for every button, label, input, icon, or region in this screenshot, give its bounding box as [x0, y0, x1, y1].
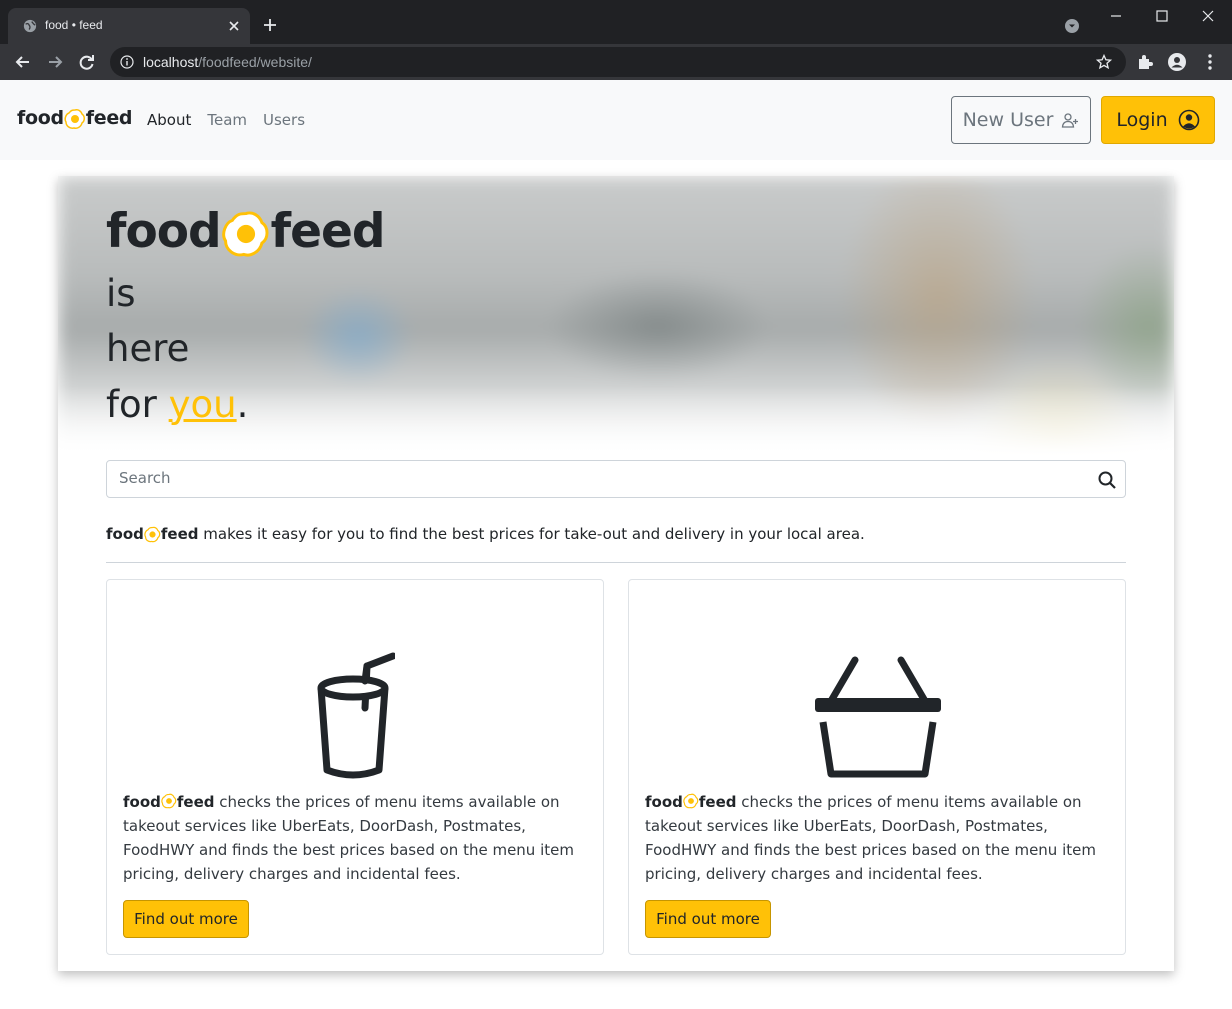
tab-close-icon[interactable] [226, 18, 242, 34]
globe-icon [23, 19, 37, 33]
find-out-more-button-1[interactable]: Find out more [123, 900, 249, 938]
card-2-brand: food feed [645, 793, 737, 811]
hero-line-3: for you. [106, 383, 249, 426]
minimize-icon[interactable] [1108, 8, 1124, 24]
main-container: food feed is here for you. food feed mak… [58, 176, 1174, 971]
search-icon[interactable] [1097, 470, 1117, 490]
tagline: food feed makes it easy for you to find … [106, 525, 865, 543]
egg-logo-icon [64, 109, 85, 129]
person-plus-icon [1062, 113, 1079, 128]
hero-brand-left: food [106, 204, 222, 259]
hero-line-1: is [106, 272, 136, 315]
tab-title: food • feed [45, 18, 103, 32]
brand-logo[interactable]: food feed [17, 107, 133, 129]
maximize-icon[interactable] [1154, 8, 1170, 24]
nav-link-about[interactable]: About [147, 111, 191, 129]
hero-highlight-you: you [168, 383, 237, 426]
bookmark-star-icon[interactable] [1096, 54, 1112, 70]
card-2-text: food feed checks the prices of menu items… [645, 790, 1115, 886]
new-user-button[interactable]: New User [951, 96, 1091, 144]
site-navbar: food feed About Team Users New User Logi… [0, 80, 1232, 160]
divider [106, 562, 1126, 563]
hero-brand-logo: food feed [106, 204, 386, 259]
cup-straw-icon [317, 652, 395, 779]
nav-link-users[interactable]: Users [263, 111, 305, 129]
card-1-text: food feed checks the prices of menu items… [123, 790, 593, 886]
site-info-icon[interactable] [120, 55, 134, 69]
forward-icon[interactable] [45, 52, 65, 72]
hero-line-2: here [106, 327, 190, 370]
address-bar[interactable]: localhost/foodfeed/website/ [110, 47, 1126, 77]
hero-brand-right: feed [270, 204, 386, 259]
feature-card-2: food feed checks the prices of menu items… [628, 579, 1126, 955]
find-out-more-button-2[interactable]: Find out more [645, 900, 771, 938]
extensions-puzzle-icon[interactable] [1135, 52, 1155, 72]
brand-left-text: food [17, 107, 64, 129]
egg-logo-icon [683, 793, 699, 809]
brand-right-text: feed [85, 107, 133, 129]
new-tab-icon[interactable] [262, 17, 278, 33]
tab-search-icon[interactable] [1064, 18, 1080, 34]
basket-icon [815, 656, 941, 778]
profile-icon[interactable] [1167, 52, 1187, 72]
login-label: Login [1116, 109, 1168, 131]
search-box[interactable] [106, 460, 1126, 498]
nav-link-team[interactable]: Team [207, 111, 247, 129]
browser-chrome: food • feed localhost/foodfeed/website/ [0, 0, 1232, 80]
search-input[interactable] [119, 469, 1079, 487]
reload-icon[interactable] [77, 52, 97, 72]
hero-banner: food feed is here for you. [58, 176, 1174, 456]
new-user-label: New User [962, 109, 1054, 131]
egg-logo-icon [221, 211, 269, 256]
card-1-brand: food feed [123, 793, 215, 811]
url-text: localhost/foodfeed/website/ [143, 54, 312, 70]
login-button[interactable]: Login [1101, 96, 1215, 144]
egg-logo-icon [144, 526, 161, 542]
window-close-icon[interactable] [1200, 8, 1216, 24]
nav-links: About Team Users [147, 111, 321, 129]
person-circle-icon [1178, 109, 1199, 131]
menu-kebab-icon[interactable] [1200, 52, 1220, 72]
egg-logo-icon [161, 793, 177, 809]
tagline-text: makes it easy for you to find the best p… [198, 525, 865, 543]
back-icon[interactable] [13, 52, 33, 72]
browser-toolbar: localhost/foodfeed/website/ [0, 44, 1232, 80]
feature-card-1: food feed checks the prices of menu items… [106, 579, 604, 955]
browser-tab[interactable]: food • feed [8, 8, 250, 44]
tagline-brand: food feed [106, 525, 199, 543]
